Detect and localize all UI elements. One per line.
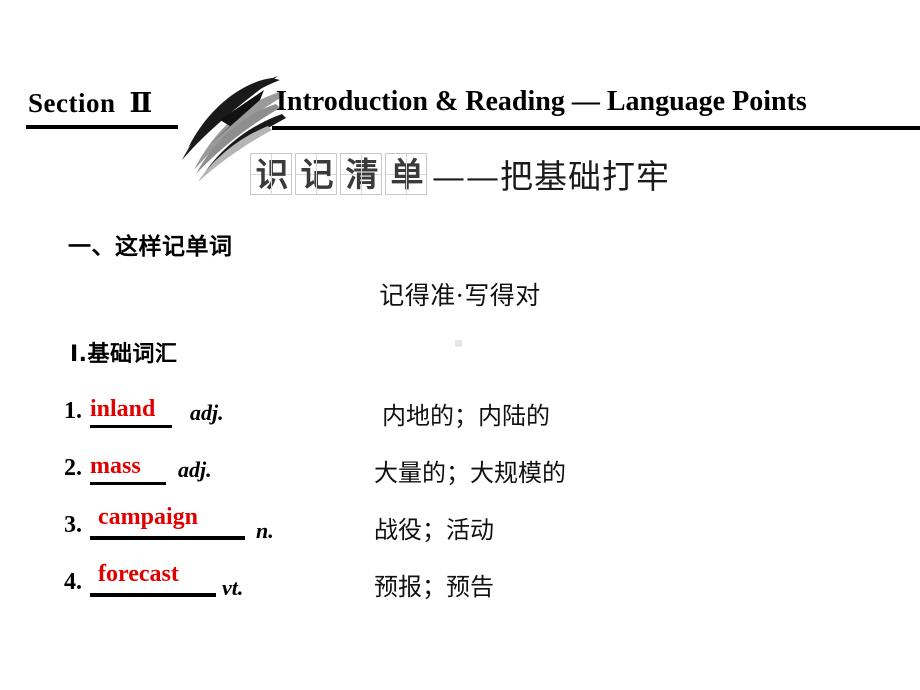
chinese-meaning: 内地的；内陆的 [382,402,550,430]
section-label-underline [26,125,178,129]
section-number: Ⅱ [129,88,153,118]
answer-word: inland [90,396,156,422]
answer-word: mass [90,453,141,479]
grid-cell-char: 单 [385,153,427,195]
part-of-speech: n. [256,518,274,543]
part-of-speech: vt. [222,575,244,600]
tagline: 记得准·写得对 [379,281,541,310]
answer-rule [90,593,216,597]
faint-marker-square [455,340,462,347]
item-number: 3. [64,512,82,538]
page-title: Introduction & Reading — Language Points [276,86,807,117]
boxed-heading: 识记清单 ——把基础打牢 [0,150,920,198]
chinese-meaning: 战役；活动 [374,516,494,544]
item-number: 2. [64,455,82,481]
chinese-meaning: 预报；预告 [374,573,494,601]
section-label-word: Section [28,88,116,118]
answer-word: forecast [98,561,179,587]
answer-word: campaign [98,504,199,530]
section-label: Section Ⅱ [28,88,153,119]
part-of-speech: adj. [190,400,224,425]
subsection-heading: Ⅰ.基础词汇 [70,342,178,367]
boxed-heading-tail: ——把基础打牢 [432,157,670,196]
grid-cell-char: 识 [250,153,292,195]
chinese-meaning: 大量的；大规模的 [374,459,566,487]
grid-cell-char: 清 [340,153,382,195]
vocabulary-row: 2. mass adj. 大量的；大规模的 [0,449,920,506]
page-title-underline [272,126,920,130]
answer-rule [90,482,166,485]
grid-cell-text: 记 [300,155,334,194]
vocabulary-row: 1. inland adj. 内地的；内陆的 [0,392,920,449]
answer-rule [90,425,172,428]
item-number: 1. [64,398,82,424]
page-header: Section Ⅱ Introduction & Reading — Langua… [0,72,920,182]
grid-cell-text: 单 [390,155,424,194]
vocabulary-row: 4. forecast vt. 预报；预告 [0,561,920,620]
answer-rule [90,536,245,540]
vocabulary-row: 3. campaign n. 战役；活动 [0,504,920,563]
vocabulary-list: 1. inland adj. 内地的；内陆的 2. mass adj. 大量的；… [0,392,920,620]
part-of-speech: adj. [178,457,212,482]
grid-cell-char: 记 [295,153,337,195]
item-number: 4. [64,569,82,595]
grid-cell-text: 清 [345,155,379,194]
grid-cell-text: 识 [255,155,289,194]
part-one-heading: 一、这样记单词 [68,234,233,260]
